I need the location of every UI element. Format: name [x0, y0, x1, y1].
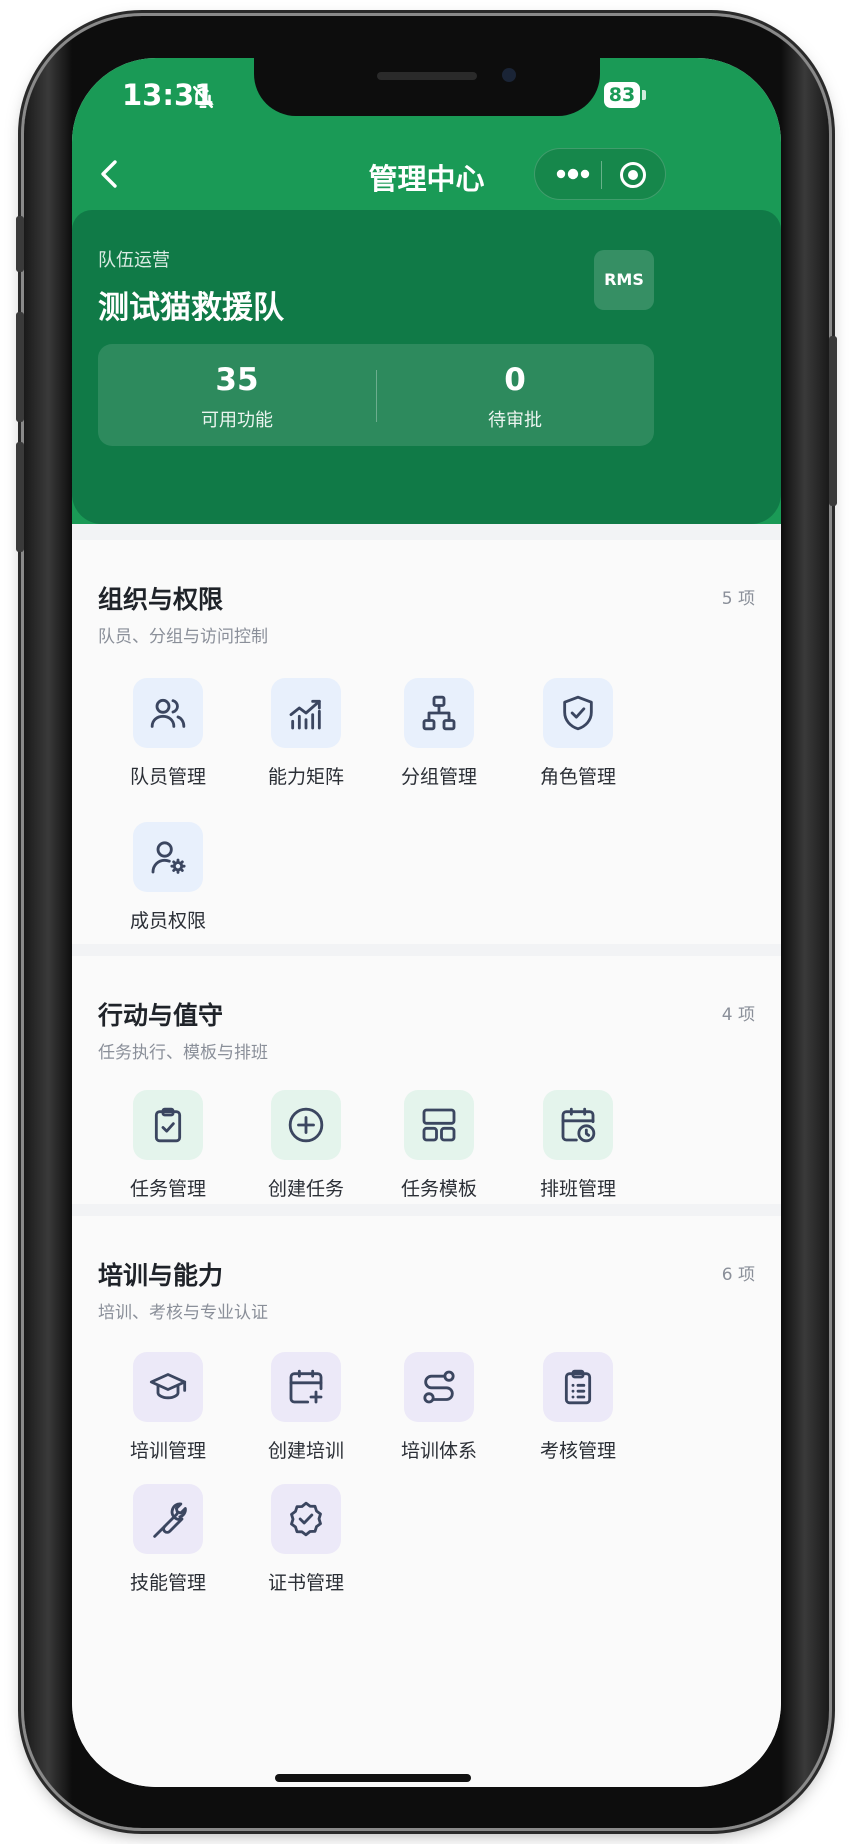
tile-assessment-management[interactable]: 考核管理	[508, 1352, 648, 1472]
tile-member-management[interactable]: 队员管理	[98, 678, 238, 798]
mute-switch	[16, 216, 24, 272]
shield-check-icon	[543, 678, 613, 748]
team-card: 队伍运营 测试猫救援队 RMS 35 可用功能 0 待审批	[72, 210, 781, 524]
stat-label: 待审批	[488, 410, 542, 431]
tile-certificate-management[interactable]: 证书管理	[236, 1484, 376, 1604]
stat-pending-approval[interactable]: 0 待审批	[376, 344, 654, 446]
tile-label: 创建培训	[267, 1440, 344, 1462]
volume-down-button	[16, 442, 24, 552]
battery-indicator: 83	[604, 82, 640, 108]
tile-skill-management[interactable]: 技能管理	[98, 1484, 238, 1604]
clipboard-list-icon	[543, 1352, 613, 1422]
section-organization: 组织与权限 队员、分组与访问控制 5 项 队员管理 能力矩阵 分组管理 角色管理…	[72, 540, 781, 944]
tile-create-training[interactable]: 创建培训	[236, 1352, 376, 1472]
section-subtitle: 培训、考核与专业认证	[98, 1303, 268, 1323]
layout-icon	[404, 1090, 474, 1160]
tile-shift-schedule[interactable]: 排班管理	[508, 1090, 648, 1210]
tile-member-permissions[interactable]: 成员权限	[98, 822, 238, 942]
section-count: 6 项	[721, 1265, 755, 1285]
graduation-cap-icon	[133, 1352, 203, 1422]
battery-tip	[642, 90, 646, 100]
tile-label: 队员管理	[129, 766, 206, 788]
section-training: 培训与能力 培训、考核与专业认证 6 项 培训管理 创建培训 培训体系 考核管理…	[72, 1216, 781, 1787]
section-subtitle: 队员、分组与访问控制	[98, 627, 268, 647]
tile-create-task[interactable]: 创建任务	[236, 1090, 376, 1210]
mini-program-capsule	[534, 148, 666, 200]
navigation-bar: 管理中心	[72, 138, 781, 210]
org-tree-icon	[404, 678, 474, 748]
tile-label: 排班管理	[539, 1178, 616, 1200]
tile-label: 角色管理	[539, 766, 616, 788]
header-area: 13:31 83 管理中心 队伍运营 测试猫救援队 RMS 35 可用功能 0 …	[72, 58, 781, 524]
tile-label: 技能管理	[129, 1572, 206, 1594]
section-count: 4 项	[721, 1005, 755, 1025]
stats-panel: 35 可用功能 0 待审批	[98, 344, 654, 446]
muted-bell-icon	[193, 85, 214, 109]
users-icon	[133, 678, 203, 748]
camera	[502, 68, 516, 82]
plus-circle-icon	[271, 1090, 341, 1160]
tile-label: 培训管理	[129, 1440, 206, 1462]
tile-label: 成员权限	[129, 910, 206, 932]
section-title: 行动与值守	[98, 1001, 224, 1030]
team-subtitle: 队伍运营	[98, 250, 170, 271]
tile-label: 任务管理	[129, 1178, 206, 1200]
section-subtitle: 任务执行、模板与排班	[98, 1043, 268, 1063]
tile-label: 分组管理	[400, 766, 477, 788]
stat-value: 0	[504, 362, 526, 398]
section-title: 培训与能力	[98, 1261, 224, 1290]
volume-up-button	[16, 312, 24, 422]
tile-capability-matrix[interactable]: 能力矩阵	[236, 678, 376, 798]
speaker	[377, 72, 477, 80]
calendar-clock-icon	[543, 1090, 613, 1160]
page-title: 管理中心	[368, 162, 485, 196]
user-gear-icon	[133, 822, 203, 892]
tile-label: 考核管理	[539, 1440, 616, 1462]
tile-task-management[interactable]: 任务管理	[98, 1090, 238, 1210]
tile-label: 创建任务	[267, 1178, 344, 1200]
tile-label: 培训体系	[400, 1440, 477, 1462]
tile-training-system[interactable]: 培训体系	[369, 1352, 509, 1472]
section-title: 组织与权限	[98, 585, 224, 614]
badge-check-icon	[271, 1484, 341, 1554]
tile-label: 证书管理	[267, 1572, 344, 1594]
section-count: 5 项	[721, 589, 755, 609]
tile-group-management[interactable]: 分组管理	[369, 678, 509, 798]
tile-training-management[interactable]: 培训管理	[98, 1352, 238, 1472]
tile-task-templates[interactable]: 任务模板	[369, 1090, 509, 1210]
home-indicator[interactable]	[275, 1774, 471, 1782]
close-target-icon[interactable]	[619, 161, 647, 189]
team-name: 测试猫救援队	[98, 290, 284, 326]
route-icon	[404, 1352, 474, 1422]
calendar-plus-icon	[271, 1352, 341, 1422]
phone-screen: 13:31 83 管理中心 队伍运营 测试猫救援队 RMS 35 可用功能 0 …	[72, 58, 781, 1787]
tile-label: 任务模板	[400, 1178, 477, 1200]
tile-label: 能力矩阵	[267, 766, 344, 788]
stat-available-functions[interactable]: 35 可用功能	[98, 344, 376, 446]
capsule-divider	[601, 161, 602, 189]
more-options-icon[interactable]	[549, 162, 597, 186]
stat-value: 35	[215, 362, 259, 398]
power-button	[829, 336, 837, 506]
rms-badge[interactable]: RMS	[594, 250, 654, 310]
stat-label: 可用功能	[201, 410, 273, 431]
tile-role-management[interactable]: 角色管理	[508, 678, 648, 798]
notch	[254, 58, 600, 116]
clipboard-check-icon	[133, 1090, 203, 1160]
section-operations: 行动与值守 任务执行、模板与排班 4 项 任务管理 创建任务 任务模板 排班管理	[72, 956, 781, 1204]
chart-icon	[271, 678, 341, 748]
wrench-icon	[133, 1484, 203, 1554]
